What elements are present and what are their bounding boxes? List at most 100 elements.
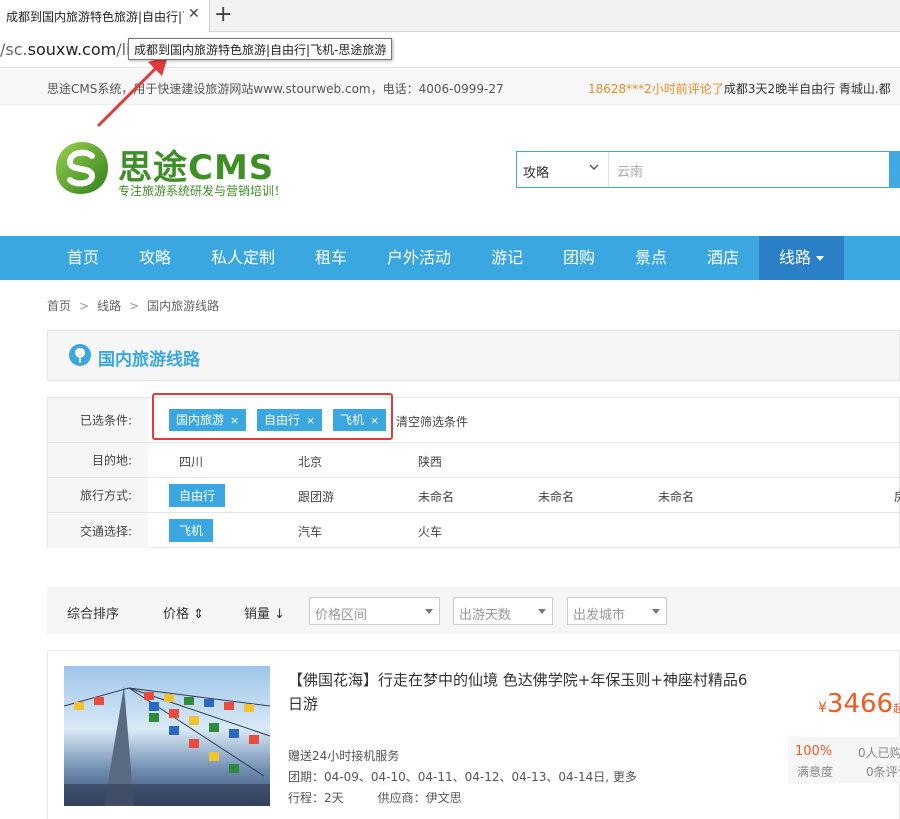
clear-filters-link[interactable]: 清空筛选条件 xyxy=(396,413,468,430)
days-select[interactable]: 出游天数 xyxy=(453,597,553,625)
browser-tab-bar: 成都到国内旅游特色旅游|自由行|飞机-思途旅游 ✕ + xyxy=(0,0,900,32)
logo-slogan: 专注旅游系统研发与营销培训！ xyxy=(118,184,287,198)
filter-label-text: 交通选择: xyxy=(79,524,132,538)
filter-option-selected[interactable]: 自由行 xyxy=(169,484,226,507)
sort-sales-label: 销量 xyxy=(244,607,271,622)
filter-row-transport: 交通选择: 飞机 汽车 火车 xyxy=(48,513,900,548)
filter-option[interactable]: 房 xyxy=(894,488,900,505)
top-info-bar: 思途CMS系统，用于快速建设旅游网站www.stourweb.com，电话：40… xyxy=(0,69,900,105)
dates-value: 04-09、04-10、04-11、04-12、04-13、04-14日, xyxy=(324,770,610,784)
nav-item-hotel[interactable]: 酒店 xyxy=(707,236,739,280)
filter-option[interactable]: 汽车 xyxy=(298,523,322,540)
filter-option[interactable]: 跟团游 xyxy=(298,488,334,505)
browser-tab[interactable]: 成都到国内旅游特色旅游|自由行|飞机-思途旅游 ✕ xyxy=(0,0,210,32)
product-meta: 行程：2天 供应商：伊文思 xyxy=(288,789,462,806)
filter-option[interactable]: 未命名 xyxy=(658,488,694,505)
product-service: 赠送24小时接机服务 xyxy=(288,749,400,763)
search-category-label: 攻略 xyxy=(523,166,550,181)
url-text[interactable]: /sc.souxw.com/lin xyxy=(0,40,132,59)
filter-option-selected[interactable]: 飞机 xyxy=(169,519,214,542)
sort-price[interactable]: 价格 ⇕ xyxy=(163,603,204,622)
breadcrumb-separator: > xyxy=(129,299,140,313)
url-prefix: /sc. xyxy=(0,40,28,59)
annotation-highlight-box xyxy=(152,393,393,440)
sort-default[interactable]: 综合排序 xyxy=(67,603,119,622)
sort-sales[interactable]: 销量 ↓ xyxy=(244,603,285,622)
url-domain: souxw.com xyxy=(27,40,117,59)
filter-option[interactable]: 陕西 xyxy=(418,453,442,470)
nav-item-travelogue[interactable]: 游记 xyxy=(491,236,523,280)
latest-comment[interactable]: 18628***2小时前评论了成都3天2晚半自由行 青城山.都 xyxy=(588,80,891,97)
product-dates: 团期：04-09、04-10、04-11、04-12、04-13、04-14日,… xyxy=(288,768,637,785)
select-label: 出游天数 xyxy=(459,608,512,623)
filter-option[interactable]: 北京 xyxy=(298,453,322,470)
filter-row-destination: 目的地: 四川 北京 陕西 xyxy=(48,443,900,478)
breadcrumb-current: 国内旅游线路 xyxy=(147,299,220,313)
filter-label: 已选条件: xyxy=(48,398,148,442)
search-input[interactable]: 云南 xyxy=(617,161,643,180)
filter-option[interactable]: 未命名 xyxy=(418,488,454,505)
close-icon[interactable]: ✕ xyxy=(188,6,200,22)
sold-count: 0人已购 xyxy=(858,746,900,760)
select-label: 出发城市 xyxy=(573,608,626,623)
nav-item-routes[interactable]: 线路 xyxy=(759,236,844,280)
caret-down-icon xyxy=(425,609,433,614)
select-label: 价格区间 xyxy=(315,608,368,623)
filter-option[interactable]: 四川 xyxy=(179,453,203,470)
nav-item-custom[interactable]: 私人定制 xyxy=(211,236,275,280)
product-image[interactable] xyxy=(64,666,270,806)
nav-item-outdoor[interactable]: 户外活动 xyxy=(387,236,451,280)
product-title[interactable]: 【佛国花海】行走在梦中的仙境 色达佛学院+年保玉则+神座村精品6日游 xyxy=(288,668,748,716)
satisfaction-label: 满意度 xyxy=(797,765,834,779)
satisfaction-value: 100% xyxy=(795,744,833,759)
caret-down-icon xyxy=(816,256,825,261)
filter-label: 交通选择: xyxy=(48,513,148,548)
arrow-down-icon: ↓ xyxy=(274,607,286,622)
page-title-box: 国内旅游线路 xyxy=(47,330,900,381)
site-intro-text: 思途CMS系统，用于快速建设旅游网站www.stourweb.com，电话：40… xyxy=(47,82,504,96)
breadcrumb-home[interactable]: 首页 xyxy=(47,299,71,313)
caret-down-icon xyxy=(538,609,546,614)
dates-label: 团期： xyxy=(288,770,325,784)
product-card: 【佛国花海】行走在梦中的仙境 色达佛学院+年保玉则+神座村精品6日游 赠送24小… xyxy=(47,650,900,819)
caret-down-icon xyxy=(652,609,660,614)
page-title: 国内旅游线路 xyxy=(98,350,200,370)
breadcrumb-routes[interactable]: 线路 xyxy=(97,299,121,313)
tab-tooltip: 成都到国内旅游特色旅游|自由行|飞机-思途旅游 xyxy=(128,38,393,60)
filter-label-text: 已选条件: xyxy=(79,413,132,428)
breadcrumb-separator: > xyxy=(79,299,90,313)
review-count[interactable]: 0条评论 xyxy=(866,763,900,780)
filter-label-text: 目的地: xyxy=(91,453,132,468)
price-suffix: 起 xyxy=(893,702,900,715)
nav-item-group-buy[interactable]: 团购 xyxy=(563,236,595,280)
product-duration: 行程：2天 xyxy=(288,791,344,805)
prayer-flags-image xyxy=(64,686,270,806)
site-logo[interactable]: 思途CMS 专注旅游系统研发与营销培训！ xyxy=(52,136,292,200)
price-range-select[interactable]: 价格区间 xyxy=(309,597,440,625)
comment-subject[interactable]: 成都3天2晚半自由行 青城山.都 xyxy=(724,82,891,96)
tab-title: 成都到国内旅游特色旅游|自由行|飞机-思途旅游 xyxy=(6,10,184,24)
sort-bar: 综合排序 价格 ⇕ 销量 ↓ 价格区间 出游天数 出发城市 xyxy=(47,587,900,634)
balloon-icon xyxy=(69,344,91,366)
logo-s-icon xyxy=(56,142,108,194)
more-dates-link[interactable]: 更多 xyxy=(613,770,637,784)
sort-updown-icon: ⇕ xyxy=(193,607,205,622)
nav-item-scenic[interactable]: 景点 xyxy=(635,236,667,280)
sort-price-label: 价格 xyxy=(163,607,190,622)
departure-city-select[interactable]: 出发城市 xyxy=(567,597,667,625)
nav-item-routes-label: 线路 xyxy=(779,248,812,267)
breadcrumb: 首页 > 线路 > 国内旅游线路 xyxy=(47,297,219,314)
product-stats: 100% 满意度 0人已购 0条评论 xyxy=(788,737,900,783)
nav-item-guide[interactable]: 攻略 xyxy=(139,236,171,280)
filter-option[interactable]: 未命名 xyxy=(538,488,574,505)
search-category-select[interactable]: 攻略 xyxy=(517,152,609,187)
filter-label: 目的地: xyxy=(48,443,148,477)
nav-item-car-rental[interactable]: 租车 xyxy=(315,236,347,280)
filter-option[interactable]: 火车 xyxy=(418,523,442,540)
new-tab-icon[interactable]: + xyxy=(214,2,232,27)
product-price: ¥3466起 xyxy=(818,689,900,719)
price-currency: ¥ xyxy=(818,700,827,716)
chevron-down-icon xyxy=(589,164,599,170)
search-button[interactable] xyxy=(889,151,900,188)
nav-item-home[interactable]: 首页 xyxy=(67,236,99,280)
